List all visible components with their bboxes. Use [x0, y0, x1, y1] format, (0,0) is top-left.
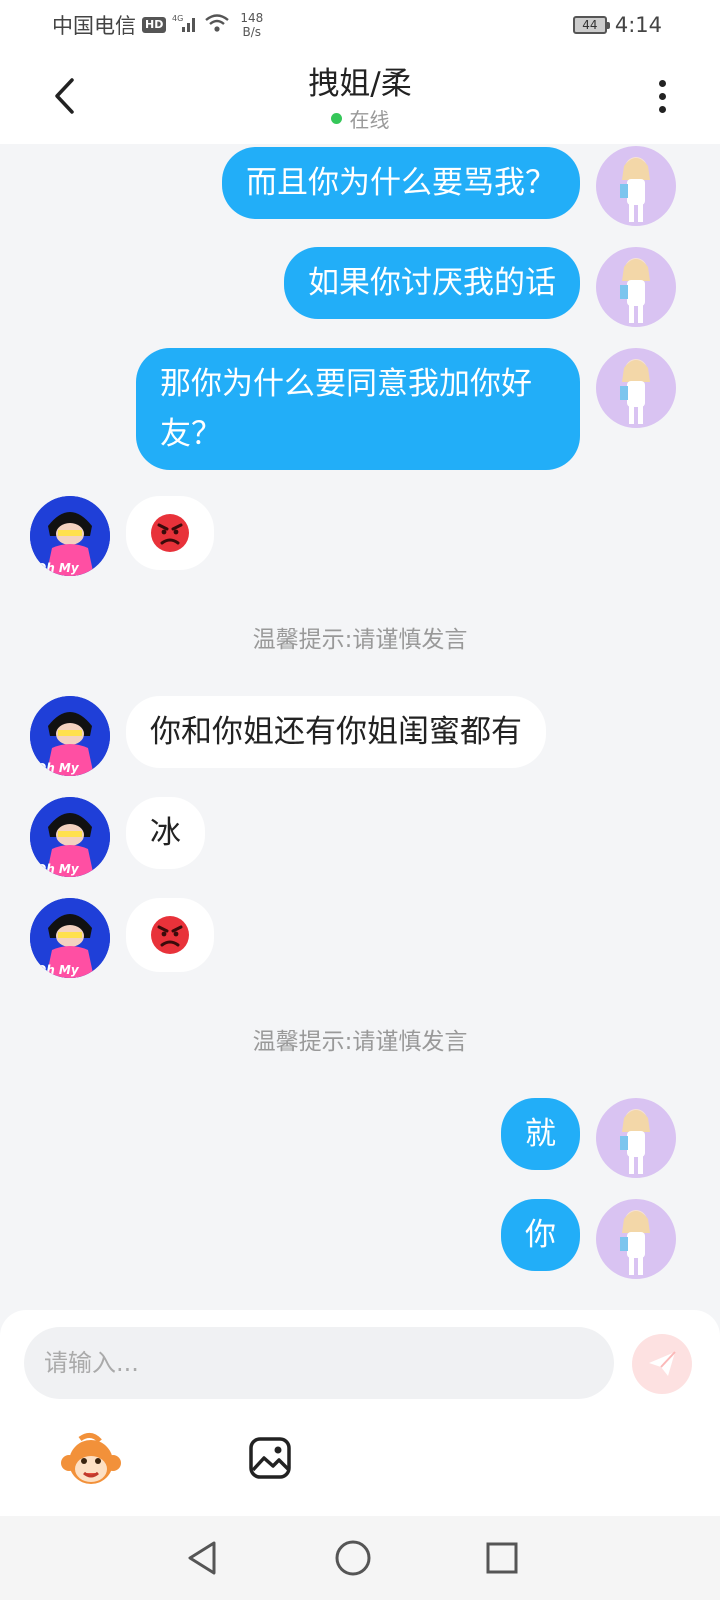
- battery-icon: 44: [572, 16, 610, 34]
- nav-recent-button[interactable]: [480, 1536, 524, 1580]
- more-vertical-icon-dot: [658, 92, 666, 100]
- clock: 4:14: [614, 13, 662, 37]
- circle-home-icon: [335, 1540, 371, 1576]
- message-bubble-outgoing[interactable]: 你: [501, 1199, 580, 1271]
- contact-avatar[interactable]: Oh My: [30, 496, 110, 576]
- send-button[interactable]: [632, 1334, 692, 1394]
- monkey-sticker-icon: [61, 1433, 121, 1484]
- more-vertical-icon-dot: [658, 79, 666, 87]
- online-status-text: 在线: [349, 108, 390, 132]
- status-right: 44 4:14: [572, 12, 662, 38]
- message-bubble-outgoing[interactable]: 就: [501, 1098, 580, 1170]
- square-recent-icon: [486, 1542, 518, 1574]
- svg-text:Oh My: Oh My: [36, 963, 80, 977]
- image-icon: [249, 1437, 291, 1479]
- my-avatar[interactable]: [596, 1098, 676, 1178]
- message-bubble-outgoing[interactable]: 那你为什么要同意我加你好友？: [136, 348, 580, 470]
- message-bubble-outgoing[interactable]: 而且你为什么要骂我？: [222, 147, 580, 219]
- my-avatar[interactable]: [596, 247, 676, 327]
- contact-avatar[interactable]: Oh My: [30, 898, 110, 978]
- my-avatar[interactable]: [596, 1199, 676, 1279]
- more-options-button[interactable]: [640, 74, 684, 118]
- carrier-name: 中国电信: [52, 14, 136, 38]
- message-bubble-outgoing[interactable]: 如果你讨厌我的话: [284, 247, 580, 319]
- svg-text:Oh My: Oh My: [36, 761, 80, 775]
- nav-home-button[interactable]: [331, 1536, 375, 1580]
- hd-badge: HD: [142, 17, 167, 33]
- composer-panel: [0, 1310, 720, 1516]
- contact-avatar[interactable]: Oh My: [30, 696, 110, 776]
- online-status: 在线: [0, 104, 720, 133]
- system-nav-bar: [0, 1516, 720, 1600]
- signal-icon: 4G: [172, 13, 198, 37]
- status-left: 中国电信 HD 4G 148 B/s: [52, 11, 263, 39]
- triangle-back-icon: [188, 1541, 216, 1575]
- message-bubble-incoming[interactable]: 冰: [126, 797, 205, 869]
- image-button[interactable]: [248, 1436, 296, 1484]
- contact-name: 拽姐/柔: [308, 66, 412, 102]
- paper-plane-icon: [649, 1351, 676, 1376]
- chat-header: 拽姐/柔 在线: [0, 48, 720, 144]
- contact-avatar[interactable]: Oh My: [30, 797, 110, 877]
- svg-text:4G: 4G: [172, 14, 183, 23]
- network-speed: 148 B/s: [240, 11, 263, 39]
- message-bubble-incoming[interactable]: [126, 496, 214, 570]
- wifi-icon: [204, 13, 230, 37]
- message-bubble-incoming[interactable]: 你和你姐还有你姐闺蜜都有: [126, 696, 546, 768]
- my-avatar[interactable]: [596, 348, 676, 428]
- system-notice: 温馨提示:请谨慎发言: [252, 1029, 468, 1055]
- network-speed-unit: B/s: [242, 25, 262, 39]
- system-notice: 温馨提示:请谨慎发言: [252, 627, 468, 653]
- battery-level: 44: [582, 18, 598, 32]
- status-bar: 中国电信 HD 4G 148 B/s 44 4:14: [0, 0, 720, 48]
- nav-back-button[interactable]: [180, 1536, 224, 1580]
- svg-text:Oh My: Oh My: [36, 862, 80, 876]
- more-vertical-icon-dot: [658, 105, 666, 113]
- message-input[interactable]: [24, 1327, 614, 1399]
- message-list[interactable]: 而且你为什么要骂我？ 如果你讨厌我的话 那你为什么要同意我加你好友？ Oh My…: [0, 144, 720, 1309]
- message-bubble-incoming[interactable]: [126, 898, 214, 972]
- angry-face-icon: [151, 916, 189, 954]
- angry-face-icon: [151, 514, 189, 552]
- svg-text:Oh My: Oh My: [36, 561, 80, 575]
- sticker-button[interactable]: [60, 1431, 122, 1493]
- my-avatar[interactable]: [596, 146, 676, 226]
- network-speed-value: 148: [240, 11, 264, 25]
- online-dot: [330, 113, 342, 124]
